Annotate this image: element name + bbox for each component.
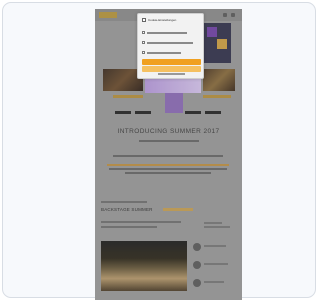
section-text-2 — [101, 226, 157, 228]
option-checkbox[interactable] — [142, 51, 145, 54]
caption-left — [113, 95, 143, 98]
body-line-4 — [125, 172, 211, 174]
avatar — [193, 279, 201, 287]
divider-accent — [165, 93, 183, 113]
avatar — [193, 243, 201, 251]
privacy-link[interactable] — [158, 73, 185, 75]
video-player[interactable] — [101, 241, 187, 291]
photo-right[interactable] — [203, 69, 235, 91]
section-kicker — [101, 201, 147, 203]
body-line-1 — [113, 155, 223, 157]
side-item[interactable] — [193, 261, 237, 271]
option-checkbox[interactable] — [142, 31, 145, 34]
dialog-title: Cookie-Einstellungen — [148, 17, 177, 22]
link-2[interactable] — [135, 111, 151, 114]
accept-all-button[interactable] — [142, 59, 201, 65]
cookie-consent-dialog: Cookie-Einstellungen — [137, 13, 204, 79]
body-line-3 — [109, 168, 227, 170]
section-title-accent — [163, 208, 193, 211]
side-item[interactable] — [193, 279, 237, 289]
avatar — [193, 261, 201, 269]
link-4[interactable] — [205, 111, 221, 114]
hero-shape-purple — [207, 27, 217, 37]
consent-option[interactable] — [142, 30, 200, 36]
consent-option[interactable] — [142, 40, 200, 46]
side-item[interactable] — [193, 221, 237, 231]
section-title: BACKSTAGE SUMMER — [101, 207, 153, 212]
subtitle-line — [139, 140, 199, 142]
link-1[interactable] — [115, 111, 131, 114]
option-checkbox[interactable] — [142, 41, 145, 44]
save-settings-button[interactable] — [142, 66, 201, 72]
section-text-1 — [101, 221, 181, 223]
page-title: INTRODUCING SUMMER 2017 — [117, 128, 220, 135]
consent-option[interactable] — [142, 50, 200, 56]
preview-card: INTRODUCING SUMMER 2017 BACKSTAGE SUMMER — [2, 2, 316, 300]
dialog-checkbox[interactable] — [142, 18, 146, 22]
caption-right — [203, 95, 231, 98]
side-item[interactable] — [193, 243, 237, 253]
search-icon[interactable] — [223, 13, 227, 17]
hero-shape-gold — [217, 39, 227, 49]
site-logo[interactable] — [99, 12, 117, 18]
link-3[interactable] — [185, 111, 201, 114]
menu-icon[interactable] — [231, 13, 235, 17]
body-line-2 — [107, 164, 229, 166]
